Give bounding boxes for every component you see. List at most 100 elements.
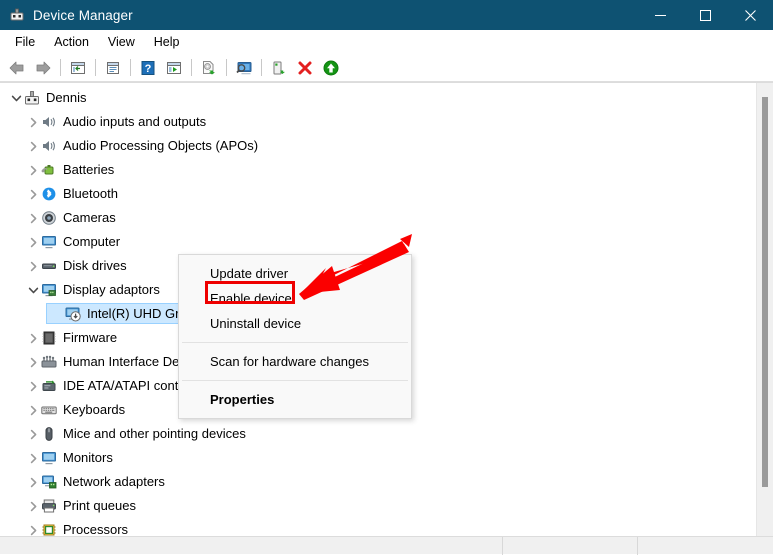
- titlebar[interactable]: Device Manager: [0, 0, 773, 30]
- chevron-right-icon[interactable]: [25, 206, 41, 230]
- tree-item-label: Cameras: [63, 210, 116, 225]
- tree-item[interactable]: Bluetooth: [0, 182, 752, 206]
- chevron-right-icon[interactable]: [25, 110, 41, 134]
- update-driver-button[interactable]: [197, 56, 221, 79]
- tree-item[interactable]: Monitors: [0, 446, 752, 470]
- forward-button[interactable]: [31, 56, 55, 79]
- tree-item-label: Display adaptors: [63, 282, 160, 297]
- chevron-down-icon[interactable]: [8, 86, 24, 110]
- chevron-right-icon[interactable]: [25, 518, 41, 536]
- minimize-button[interactable]: [638, 0, 683, 30]
- tree-item-label: Computer: [63, 234, 121, 249]
- properties-button[interactable]: [101, 56, 125, 79]
- separator-6: [261, 59, 262, 76]
- tree-item[interactable]: Print queues: [0, 494, 752, 518]
- context-uninstall-device[interactable]: Uninstall device: [179, 311, 411, 336]
- chevron-right-icon[interactable]: [25, 350, 41, 374]
- chevron-right-icon[interactable]: [25, 326, 41, 350]
- menu-view[interactable]: View: [99, 32, 144, 53]
- computer-node-icon: [24, 90, 40, 106]
- firmware-chip-icon: [41, 330, 57, 346]
- battery-icon: [41, 162, 57, 178]
- scan-hardware-changes-button[interactable]: [232, 56, 256, 79]
- chevron-right-icon[interactable]: [25, 134, 41, 158]
- vertical-scrollbar-thumb[interactable]: [762, 97, 768, 487]
- chevron-right-icon[interactable]: [25, 230, 41, 254]
- add-legacy-hardware-button[interactable]: [267, 56, 291, 79]
- tree-item[interactable]: Computer: [0, 230, 752, 254]
- tree-item[interactable]: Audio Processing Objects (APOs): [0, 134, 752, 158]
- context-menu[interactable]: Update driver Enable device Uninstall de…: [178, 254, 412, 419]
- separator-2: [95, 59, 96, 76]
- monitor-icon: [41, 234, 57, 250]
- tree-item[interactable]: Network adapters: [0, 470, 752, 494]
- tree-item-label: Dennis: [46, 90, 87, 105]
- menubar: File Action View Help: [0, 30, 773, 54]
- tree-item[interactable]: Processors: [0, 518, 752, 536]
- vertical-scrollbar[interactable]: [756, 83, 773, 536]
- chevron-right-icon[interactable]: [25, 398, 41, 422]
- close-button[interactable]: [728, 0, 773, 30]
- chevron-right-icon[interactable]: [25, 182, 41, 206]
- mouse-icon: [41, 426, 57, 442]
- maximize-button[interactable]: [683, 0, 728, 30]
- statusbar: [0, 536, 773, 555]
- back-button[interactable]: [5, 56, 29, 79]
- chevron-right-icon[interactable]: [25, 494, 41, 518]
- show-hide-console-tree-button[interactable]: [66, 56, 90, 79]
- help-button[interactable]: ?: [136, 56, 160, 79]
- window-controls: [638, 0, 773, 30]
- context-enable-device[interactable]: Enable device: [179, 286, 411, 311]
- chevron-right-icon[interactable]: [25, 254, 41, 278]
- bluetooth-icon: [41, 186, 57, 202]
- chevron-right-icon[interactable]: [25, 446, 41, 470]
- toolbar: ?: [0, 54, 773, 82]
- twisty-placeholder: [49, 302, 65, 326]
- menu-help[interactable]: Help: [145, 32, 189, 53]
- view-button[interactable]: [162, 56, 186, 79]
- disabled-display-adapter-icon: [65, 306, 81, 322]
- uninstall-device-button[interactable]: [293, 56, 317, 79]
- chevron-down-icon[interactable]: [25, 278, 41, 302]
- context-menu-separator-2: [182, 380, 408, 381]
- menu-file[interactable]: File: [6, 32, 44, 53]
- tree-item[interactable]: Batteries: [0, 158, 752, 182]
- chevron-right-icon[interactable]: [25, 422, 41, 446]
- tree-item-label: Firmware: [63, 330, 118, 345]
- device-manager-icon: [9, 7, 25, 23]
- monitor-icon: [41, 450, 57, 466]
- context-menu-separator-1: [182, 342, 408, 343]
- chevron-right-icon[interactable]: [25, 470, 41, 494]
- window-title: Device Manager: [33, 7, 133, 23]
- tree-item[interactable]: Dennis: [0, 86, 752, 110]
- tree-item-label: Processors: [63, 522, 129, 536]
- enable-device-button[interactable]: [319, 56, 343, 79]
- tree-item-label: Audio Processing Objects (APOs): [63, 138, 259, 153]
- disk-drive-icon: [41, 258, 57, 274]
- tree-item[interactable]: Cameras: [0, 206, 752, 230]
- chevron-right-icon[interactable]: [25, 158, 41, 182]
- context-update-driver[interactable]: Update driver: [179, 261, 411, 286]
- tree-item-label: Keyboards: [63, 402, 126, 417]
- keyboard-icon: [41, 402, 57, 418]
- network-adapter-icon: [41, 474, 57, 490]
- tree-item[interactable]: Mice and other pointing devices: [0, 422, 752, 446]
- ide-controller-icon: [41, 378, 57, 394]
- svg-text:?: ?: [145, 63, 152, 75]
- separator-5: [226, 59, 227, 76]
- device-manager-window: Device Manager File Action View Help ? D…: [0, 0, 773, 555]
- separator-3: [130, 59, 131, 76]
- tree-item-label: Network adapters: [63, 474, 165, 489]
- tree-item-label: Monitors: [63, 450, 113, 465]
- chevron-right-icon[interactable]: [25, 374, 41, 398]
- hid-icon: [41, 354, 57, 370]
- tree-item[interactable]: Audio inputs and outputs: [0, 110, 752, 134]
- camera-icon: [41, 210, 57, 226]
- processor-icon: [41, 522, 57, 536]
- tree-item-label: Batteries: [63, 162, 115, 177]
- context-properties[interactable]: Properties: [179, 387, 411, 412]
- menu-action[interactable]: Action: [45, 32, 98, 53]
- context-scan-hardware-changes[interactable]: Scan for hardware changes: [179, 349, 411, 374]
- statusbar-pane-2: [503, 536, 638, 555]
- tree-item-label: Print queues: [63, 498, 136, 513]
